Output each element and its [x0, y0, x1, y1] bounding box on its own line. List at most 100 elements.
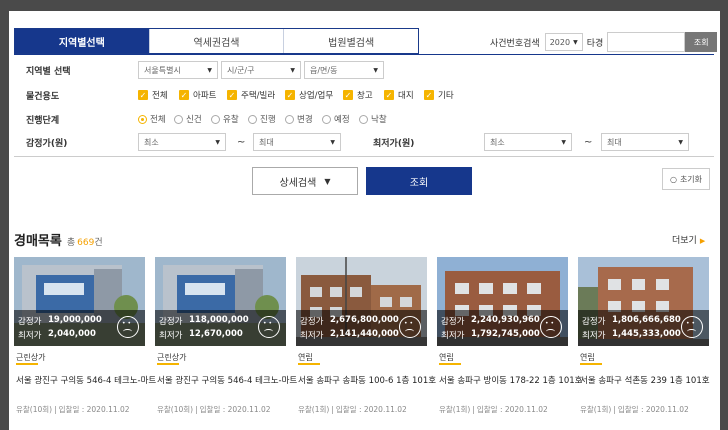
radio-label: 신건 — [186, 115, 202, 125]
usage-checkbox-commercial[interactable]: ✓ 상업/업무 — [285, 89, 333, 101]
stage-radio-progress[interactable]: 진행 — [248, 113, 276, 125]
auction-search-page: 지역별선택 역세권검색 법원별검색 사건번호검색 2020 ▼ 타경 조회 지역… — [9, 11, 720, 430]
stage-radio-new[interactable]: 신건 — [174, 113, 202, 125]
usage-checkbox-all[interactable]: ✓ 전체 — [138, 89, 168, 101]
checkbox-label: 대지 — [398, 91, 414, 101]
case-type-label: 타경 — [586, 38, 604, 49]
reset-button[interactable]: ○ 초기화 — [662, 168, 710, 190]
category-underline — [157, 363, 179, 365]
auction-card[interactable]: 감정가 2,240,930,960 최저가 1,792,745,000 연립 서울 … — [437, 257, 582, 427]
usage-checkbox-land[interactable]: ✓ 대지 — [384, 89, 414, 101]
tab-court[interactable]: 법원별검색 — [284, 29, 419, 53]
usage-checkbox-warehouse[interactable]: ✓ 창고 — [343, 89, 373, 101]
city-select[interactable]: 서울특별시 ▼ — [138, 61, 218, 79]
checkbox-label: 창고 — [357, 91, 373, 101]
property-address: 서울 송파구 송파동 100-6 1층 101호 — [298, 376, 437, 386]
stage-radio-all[interactable]: 전체 — [138, 113, 166, 125]
filter-row-region: 지역별 선택 서울특별시 ▼ 시/군/구 ▼ 읍/면/동 ▼ — [14, 60, 714, 80]
category-label: 연립 — [580, 353, 595, 362]
year-value: 2020 — [549, 37, 571, 47]
appraisal-price-value: 2,676,800,000 — [330, 315, 399, 325]
year-select[interactable]: 2020 ▼ — [544, 33, 583, 51]
result-count: 669 — [77, 238, 95, 248]
minimum-price: 최저가 2,040,000 — [18, 329, 96, 341]
appraisal-max-value: 최대 — [259, 137, 274, 147]
chevron-down-icon: ▼ — [324, 176, 331, 186]
search-button[interactable]: 조회 — [366, 167, 472, 195]
city-value: 서울특별시 — [144, 65, 181, 75]
auction-date: 입찰일 : 2020.11.02 — [58, 405, 130, 414]
region-label: 지역별 선택 — [26, 66, 71, 77]
appraisal-price-value: 19,000,000 — [48, 315, 102, 325]
radio-icon — [359, 114, 368, 124]
count-prefix: 총 — [66, 238, 76, 248]
appraisal-price-value: 2,240,930,960 — [471, 315, 540, 325]
usage-checkbox-etc[interactable]: ✓ 기타 — [424, 89, 454, 101]
list-title: 경매목록 — [14, 234, 62, 249]
case-number-input[interactable] — [607, 32, 686, 52]
appraisal-price: 감정가 1,806,666,680 — [582, 315, 681, 327]
town-select[interactable]: 읍/면/동 ▼ — [304, 61, 384, 79]
district-select[interactable]: 시/군/구 ▼ — [221, 61, 301, 79]
stage-radio-changed[interactable]: 변경 — [285, 113, 313, 125]
price-overlay: 감정가 19,000,000 최저가 2,040,000 — [14, 310, 145, 346]
check-icon: ✓ — [227, 90, 237, 100]
appraisal-price: 감정가 2,240,930,960 — [441, 315, 540, 327]
auction-meta: 유찰(10회) | 입찰일 : 2020.11.02 — [157, 405, 271, 414]
divider — [14, 156, 714, 157]
appraisal-price-value: 118,000,000 — [189, 315, 249, 325]
tab-region[interactable]: 지역별선택 — [15, 29, 150, 53]
caret-down-icon: ▼ — [330, 138, 335, 146]
appraisal-max-select[interactable]: 최대 ▼ — [253, 133, 341, 151]
appraisal-price-label: 감정가 — [300, 317, 324, 327]
category-label: 근린상가 — [157, 353, 187, 362]
usage-checkbox-apartment[interactable]: ✓ 아파트 — [179, 89, 216, 101]
category-label: 연립 — [298, 353, 313, 362]
auction-date: 입찰일 : 2020.11.02 — [617, 405, 689, 414]
auction-date: 입찰일 : 2020.11.02 — [199, 405, 271, 414]
auction-card-list: 감정가 19,000,000 최저가 2,040,000 근린상가 서울 광진구 구… — [14, 257, 714, 427]
check-icon: ✓ — [138, 90, 148, 100]
radio-icon — [248, 114, 257, 124]
radio-label: 예정 — [334, 115, 350, 125]
appraisal-price-label: 감정가 — [159, 317, 183, 327]
appraisal-price: 감정가 2,676,800,000 — [300, 315, 399, 327]
usage-checkbox-house[interactable]: ✓ 주택/빌라 — [227, 89, 275, 101]
detail-search-button[interactable]: 상세검색 ▼ — [252, 167, 358, 195]
auction-card[interactable]: 감정가 2,676,800,000 최저가 2,141,440,000 연립 서울 … — [296, 257, 436, 427]
appraisal-min-select[interactable]: 최소 ▼ — [138, 133, 226, 151]
stage-radio-scheduled[interactable]: 예정 — [322, 113, 350, 125]
minimum-price-label: 최저가 — [18, 331, 42, 341]
stage-label: 진행단계 — [26, 115, 60, 126]
minimum-min-select[interactable]: 최소 ▼ — [484, 133, 572, 151]
check-icon: ✓ — [343, 90, 353, 100]
radio-label: 유찰 — [223, 115, 239, 125]
minimum-price-value: 2,040,000 — [48, 329, 96, 339]
more-link[interactable]: 더보기 ▶ — [672, 233, 705, 246]
auction-status: 유찰(1회) — [580, 405, 612, 414]
sad-face-icon[interactable] — [540, 316, 562, 338]
more-label: 더보기 — [672, 236, 697, 246]
auction-card[interactable]: 감정가 1,806,666,680 최저가 1,445,333,000 연립 서울 … — [578, 257, 710, 427]
sad-face-icon[interactable] — [258, 316, 280, 338]
property-address: 서울 송파구 방이동 178-22 1층 101호 — [439, 376, 583, 386]
minimum-max-select[interactable]: 최대 ▼ — [601, 133, 689, 151]
sad-face-icon[interactable] — [681, 316, 703, 338]
count-suffix: 건 — [94, 238, 103, 248]
radio-icon — [138, 114, 147, 124]
tab-station[interactable]: 역세권검색 — [149, 29, 285, 53]
detail-search-label: 상세검색 — [279, 177, 317, 189]
case-search-button[interactable]: 조회 — [685, 32, 718, 52]
caret-down-icon: ▼ — [561, 138, 566, 146]
category-label: 연립 — [439, 353, 454, 362]
stage-radio-sold[interactable]: 낙찰 — [359, 113, 387, 125]
sad-face-icon[interactable] — [399, 316, 421, 338]
sad-face-icon[interactable] — [117, 316, 139, 338]
minimum-price: 최저가 2,141,440,000 — [300, 329, 399, 341]
minimum-price-label: 최저가 — [300, 331, 324, 341]
stage-radio-failed[interactable]: 유찰 — [211, 113, 239, 125]
auction-card[interactable]: 감정가 118,000,000 최저가 12,670,000 근린상가 서울 광진구… — [155, 257, 297, 427]
caret-down-icon: ▼ — [373, 66, 378, 74]
auction-meta: 유찰(1회) | 입찰일 : 2020.11.02 — [580, 405, 689, 414]
auction-card[interactable]: 감정가 19,000,000 최저가 2,040,000 근린상가 서울 광진구 구… — [14, 257, 156, 427]
